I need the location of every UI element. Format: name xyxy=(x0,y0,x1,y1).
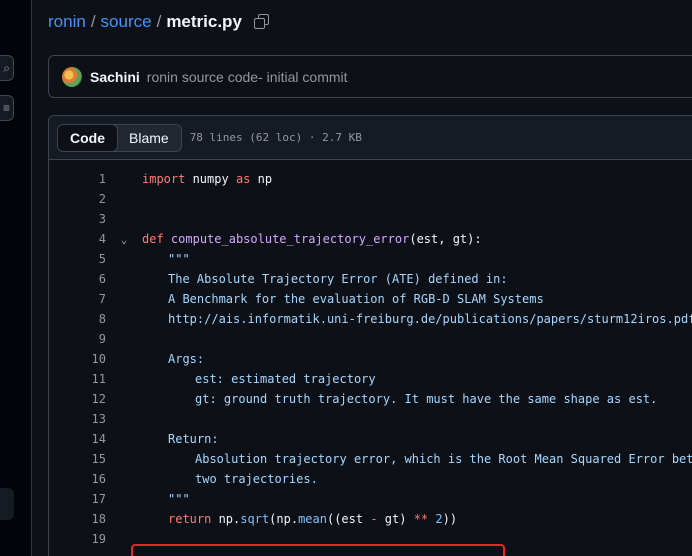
file-header: Code Blame 78 lines (62 loc) · 2.7 KB xyxy=(49,116,692,160)
code-line: 3 xyxy=(49,209,692,229)
search-icon[interactable]: ⌕ xyxy=(0,55,14,81)
breadcrumb-folder-link[interactable]: source xyxy=(101,12,152,32)
line-number[interactable]: 12 xyxy=(49,392,106,406)
code-line: 6 The Absolute Trajectory Error (ATE) de… xyxy=(49,269,692,289)
code-line: 13 xyxy=(49,409,692,429)
code-line: 19 xyxy=(49,529,692,549)
line-number[interactable]: 1 xyxy=(49,172,106,186)
docstring: The Absolute Trajectory Error (ATE) defi… xyxy=(168,272,508,286)
code-line: 10 Args: xyxy=(49,349,692,369)
line-number[interactable]: 16 xyxy=(49,472,106,486)
line-number[interactable]: 18 xyxy=(49,512,106,526)
operator: - xyxy=(370,512,378,526)
code-text: numpy xyxy=(185,172,236,186)
code-line: 8 http://ais.informatik.uni-freiburg.de/… xyxy=(49,309,692,329)
docstring: A Benchmark for the evaluation of RGB-D … xyxy=(168,292,544,306)
code-tab[interactable]: Code xyxy=(57,124,118,151)
docstring: Return: xyxy=(168,432,219,446)
chevron-down-icon[interactable]: ⌄ xyxy=(106,233,142,246)
latest-commit-box: Sachini ronin source code- initial commi… xyxy=(48,55,692,98)
line-number[interactable]: 5 xyxy=(49,252,106,266)
blame-tab[interactable]: Blame xyxy=(117,125,181,151)
line-number[interactable]: 11 xyxy=(49,372,106,386)
line-number[interactable]: 14 xyxy=(49,432,106,446)
docstring: """ xyxy=(168,492,190,506)
code-line: 14 Return: xyxy=(49,429,692,449)
docstring: gt: ground truth trajectory. It must hav… xyxy=(195,392,658,406)
commit-message[interactable]: ronin source code- initial commit xyxy=(147,69,348,85)
operator: ** xyxy=(413,512,429,526)
docstring: Absolution trajectory error, which is th… xyxy=(195,452,692,466)
docstring: Args: xyxy=(168,352,205,366)
code-line: 12 gt: ground truth trajectory. It must … xyxy=(49,389,692,409)
breadcrumb: ronin / source / metric.py xyxy=(48,12,270,32)
keyword: as xyxy=(235,172,251,186)
code-line: 1 import numpy as np xyxy=(49,169,692,189)
keyword: return xyxy=(168,512,212,526)
breadcrumb-separator: / xyxy=(156,12,162,31)
code-text: (np. xyxy=(269,512,299,526)
code-text: gt) xyxy=(377,512,414,526)
code-line: 15 Absolution trajectory error, which is… xyxy=(49,449,692,469)
keyword: import xyxy=(142,172,186,186)
code-line: 4 ⌄ def compute_absolute_trajectory_erro… xyxy=(49,229,692,249)
function-call: mean xyxy=(298,512,327,526)
code-text: ((est xyxy=(326,512,371,526)
function-call: sqrt xyxy=(240,512,270,526)
breadcrumb-separator: / xyxy=(90,12,96,31)
line-number[interactable]: 7 xyxy=(49,292,106,306)
code-text: )) xyxy=(442,512,458,526)
code-line: 17 """ xyxy=(49,489,692,509)
code-text: (est, gt): xyxy=(409,232,482,246)
sidebar-collapsed-item[interactable] xyxy=(0,488,14,520)
line-number[interactable]: 9 xyxy=(49,332,106,346)
breadcrumb-file-name: metric.py xyxy=(166,12,242,31)
line-number[interactable]: 6 xyxy=(49,272,106,286)
code-line: 9 xyxy=(49,329,692,349)
function-name: compute_absolute_trajectory_error xyxy=(170,232,410,246)
keyword: def xyxy=(142,232,164,246)
code-line: 18 return np.sqrt(np.mean((est - gt) ** … xyxy=(49,509,692,529)
line-number[interactable]: 2 xyxy=(49,192,106,206)
view-mode-toggle: Code Blame xyxy=(57,123,182,152)
code-text: np xyxy=(250,172,273,186)
file-info: 78 lines (62 loc) · 2.7 KB xyxy=(189,131,362,144)
code-area: 1 import numpy as np 2 3 4 ⌄ def compute… xyxy=(49,160,692,556)
file-tree-icon[interactable]: ≡ xyxy=(0,95,14,121)
code-line: 16 two trajectories. xyxy=(49,469,692,489)
docstring: est: estimated trajectory xyxy=(195,372,376,386)
commit-author[interactable]: Sachini xyxy=(90,69,140,85)
file-viewer: Code Blame 78 lines (62 loc) · 2.7 KB 1 … xyxy=(48,115,692,556)
code-line: 11 est: estimated trajectory xyxy=(49,369,692,389)
code-line: 2 xyxy=(49,189,692,209)
avatar[interactable] xyxy=(62,66,82,87)
line-number[interactable]: 13 xyxy=(49,412,106,426)
line-number[interactable]: 8 xyxy=(49,312,106,326)
docstring: two trajectories. xyxy=(195,472,318,486)
copy-path-icon[interactable] xyxy=(253,14,270,30)
breadcrumb-repo-link[interactable]: ronin xyxy=(48,12,86,32)
line-number[interactable]: 3 xyxy=(49,212,106,226)
code-line: 5 """ xyxy=(49,249,692,269)
line-number[interactable]: 10 xyxy=(49,352,106,366)
docstring: """ xyxy=(168,252,190,266)
line-number[interactable]: 15 xyxy=(49,452,106,466)
docstring: http://ais.informatik.uni-freiburg.de/pu… xyxy=(168,312,692,326)
code-text: np. xyxy=(211,512,241,526)
left-sidebar-strip: ⌕ ≡ xyxy=(0,0,32,556)
number-literal: 2 xyxy=(435,512,443,526)
line-number[interactable]: 4 xyxy=(49,232,106,246)
line-number[interactable]: 17 xyxy=(49,492,106,506)
code-line: 7 A Benchmark for the evaluation of RGB-… xyxy=(49,289,692,309)
line-number[interactable]: 19 xyxy=(49,532,106,546)
